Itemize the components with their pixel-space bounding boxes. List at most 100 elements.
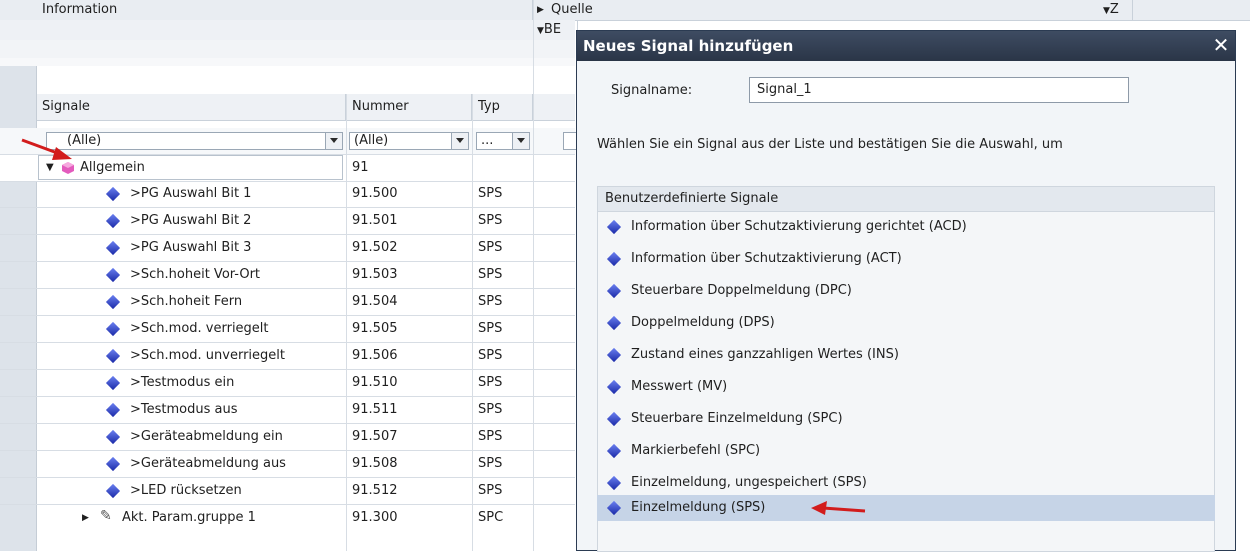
signal-name: >PG Auswahl Bit 3 bbox=[130, 240, 252, 255]
signal-diamond-icon bbox=[105, 456, 121, 472]
list-item[interactable]: Zustand eines ganzzahligen Wertes (INS) bbox=[597, 342, 1215, 368]
quelle-label: Quelle bbox=[551, 2, 593, 17]
signal-number: 91.300 bbox=[352, 510, 398, 525]
annotation-arrow bbox=[811, 501, 866, 515]
signal-type: SPS bbox=[478, 267, 503, 282]
table-row[interactable]: >Sch.hoheit Fern 91.504 SPS bbox=[0, 289, 575, 316]
signal-diamond-icon bbox=[105, 267, 121, 283]
expand-icon[interactable]: ▶ bbox=[82, 505, 89, 531]
signalname-group: Signalname: Signal_1 bbox=[597, 73, 1215, 109]
signal-diamond-icon bbox=[606, 475, 622, 491]
chevron-down-icon[interactable] bbox=[325, 133, 342, 149]
list-item-label: Zustand eines ganzzahligen Wertes (INS) bbox=[631, 347, 899, 362]
signal-number: 91.507 bbox=[352, 429, 398, 444]
group-number: 91 bbox=[352, 160, 369, 175]
group-name: Allgemein bbox=[80, 160, 145, 175]
signal-diamond-icon bbox=[105, 483, 121, 499]
signal-number: 91.506 bbox=[352, 348, 398, 363]
signal-number: 91.512 bbox=[352, 483, 398, 498]
group-row-allgemein[interactable]: ▼ Allgemein 91 bbox=[0, 155, 575, 182]
list-item[interactable]: Information über Schutzaktivierung geric… bbox=[597, 214, 1215, 240]
signal-diamond-icon bbox=[105, 402, 121, 418]
signalname-input[interactable]: Signal_1 bbox=[749, 77, 1129, 103]
signal-diamond-icon bbox=[606, 219, 622, 235]
list-item-selected[interactable]: Einzelmeldung (SPS) bbox=[597, 495, 1215, 521]
signal-number: 91.502 bbox=[352, 240, 398, 255]
typ-filter-value: ... bbox=[481, 133, 494, 148]
nummer-filter-value: (Alle) bbox=[354, 133, 389, 148]
close-icon[interactable]: ✕ bbox=[1209, 34, 1233, 58]
list-item-label: Information über Schutzaktivierung geric… bbox=[631, 219, 967, 234]
triangle-right-icon: ▶ bbox=[537, 5, 544, 15]
signal-diamond-icon bbox=[606, 347, 622, 363]
signal-diamond-icon bbox=[606, 379, 622, 395]
signal-diamond-icon bbox=[105, 321, 121, 337]
table-row[interactable]: >Geräteabmeldung aus 91.508 SPS bbox=[0, 451, 575, 478]
list-item-label: Markierbefehl (SPC) bbox=[631, 443, 761, 458]
table-row[interactable]: >Geräteabmeldung ein 91.507 SPS bbox=[0, 424, 575, 451]
filter-row: (Alle) (Alle) ... bbox=[0, 128, 583, 155]
signal-diamond-icon bbox=[606, 315, 622, 331]
list-item[interactable]: Markierbefehl (SPC) bbox=[597, 438, 1215, 464]
signal-type: SPS bbox=[478, 321, 503, 336]
signal-diamond-icon bbox=[606, 443, 622, 459]
signal-name: >PG Auswahl Bit 1 bbox=[130, 186, 252, 201]
z-header[interactable]: ▼Z bbox=[1097, 0, 1157, 20]
col-signale[interactable]: Signale bbox=[36, 94, 346, 120]
be-header[interactable]: ▼BE bbox=[533, 20, 578, 40]
signal-name: >LED rücksetzen bbox=[130, 483, 242, 498]
quelle-header[interactable]: ▶ Quelle bbox=[533, 0, 1133, 20]
list-item[interactable]: Doppelmeldung (DPS) bbox=[597, 310, 1215, 336]
list-item[interactable]: Einzelmeldung, ungespeichert (SPS) bbox=[597, 470, 1215, 496]
dialog-title-bar[interactable]: Neues Signal hinzufügen bbox=[577, 31, 1235, 61]
header-row-1: Information ▶ Quelle ▼Z bbox=[0, 0, 1250, 21]
signal-diamond-icon bbox=[606, 251, 622, 267]
signal-number: 91.504 bbox=[352, 294, 398, 309]
table-row[interactable]: >Testmodus aus 91.511 SPS bbox=[0, 397, 575, 424]
tool-icon: ✎ bbox=[100, 508, 112, 524]
table-row[interactable]: ▶ ✎ Akt. Param.gruppe 1 91.300 SPC bbox=[0, 505, 575, 531]
table-row[interactable]: >LED rücksetzen 91.512 SPS bbox=[0, 478, 575, 505]
table-row[interactable]: >PG Auswahl Bit 3 91.502 SPS bbox=[0, 235, 575, 262]
signal-diamond-icon bbox=[105, 213, 121, 229]
signal-type: SPS bbox=[478, 294, 503, 309]
signal-diamond-icon bbox=[606, 500, 622, 516]
list-item-label: Steuerbare Doppelmeldung (DPC) bbox=[631, 283, 852, 298]
list-item-label: Messwert (MV) bbox=[631, 379, 728, 394]
z-label: Z bbox=[1109, 2, 1119, 17]
col-typ[interactable]: Typ bbox=[472, 94, 533, 120]
signal-type: SPS bbox=[478, 429, 503, 444]
grid-line bbox=[346, 94, 347, 551]
col-nummer[interactable]: Nummer bbox=[346, 94, 472, 120]
signal-diamond-icon bbox=[105, 294, 121, 310]
list-item[interactable]: Steuerbare Doppelmeldung (DPC) bbox=[597, 278, 1215, 304]
triangle-down-icon: ▼ bbox=[1103, 6, 1110, 16]
table-row[interactable]: >PG Auswahl Bit 2 91.501 SPS bbox=[0, 208, 575, 235]
list-item[interactable]: Messwert (MV) bbox=[597, 374, 1215, 400]
table-row[interactable]: >PG Auswahl Bit 1 91.500 SPS bbox=[0, 181, 575, 208]
instruction-text: Wählen Sie ein Signal aus der Liste und … bbox=[597, 137, 1063, 152]
signal-name: Akt. Param.gruppe 1 bbox=[122, 510, 256, 525]
list-item-label: Einzelmeldung (SPS) bbox=[631, 500, 766, 515]
list-item[interactable]: Information über Schutzaktivierung (ACT) bbox=[597, 246, 1215, 272]
chevron-down-icon[interactable] bbox=[512, 133, 529, 149]
table-row[interactable]: >Sch.mod. unverriegelt 91.506 SPS bbox=[0, 343, 575, 370]
signal-type: SPS bbox=[478, 402, 503, 417]
table-row[interactable]: >Sch.hoheit Vor-Ort 91.503 SPS bbox=[0, 262, 575, 289]
signal-type: SPC bbox=[478, 510, 504, 525]
table-row[interactable]: >Sch.mod. verriegelt 91.505 SPS bbox=[0, 316, 575, 343]
signal-type: SPS bbox=[478, 348, 503, 363]
signale-filter[interactable]: (Alle) bbox=[46, 132, 343, 150]
chevron-down-icon[interactable] bbox=[451, 133, 468, 149]
table-row[interactable]: >Testmodus ein 91.510 SPS bbox=[0, 370, 575, 397]
typ-filter[interactable]: ... bbox=[476, 132, 530, 150]
signal-name: >Testmodus ein bbox=[130, 375, 235, 390]
column-header-row: Signale Nummer Typ bbox=[0, 94, 575, 121]
list-item[interactable]: Steuerbare Einzelmeldung (SPC) bbox=[597, 406, 1215, 432]
signal-number: 91.508 bbox=[352, 456, 398, 471]
signal-number: 91.511 bbox=[352, 402, 398, 417]
grid-line bbox=[472, 94, 473, 551]
signal-number: 91.500 bbox=[352, 186, 398, 201]
nummer-filter[interactable]: (Alle) bbox=[349, 132, 469, 150]
signal-type: SPS bbox=[478, 456, 503, 471]
